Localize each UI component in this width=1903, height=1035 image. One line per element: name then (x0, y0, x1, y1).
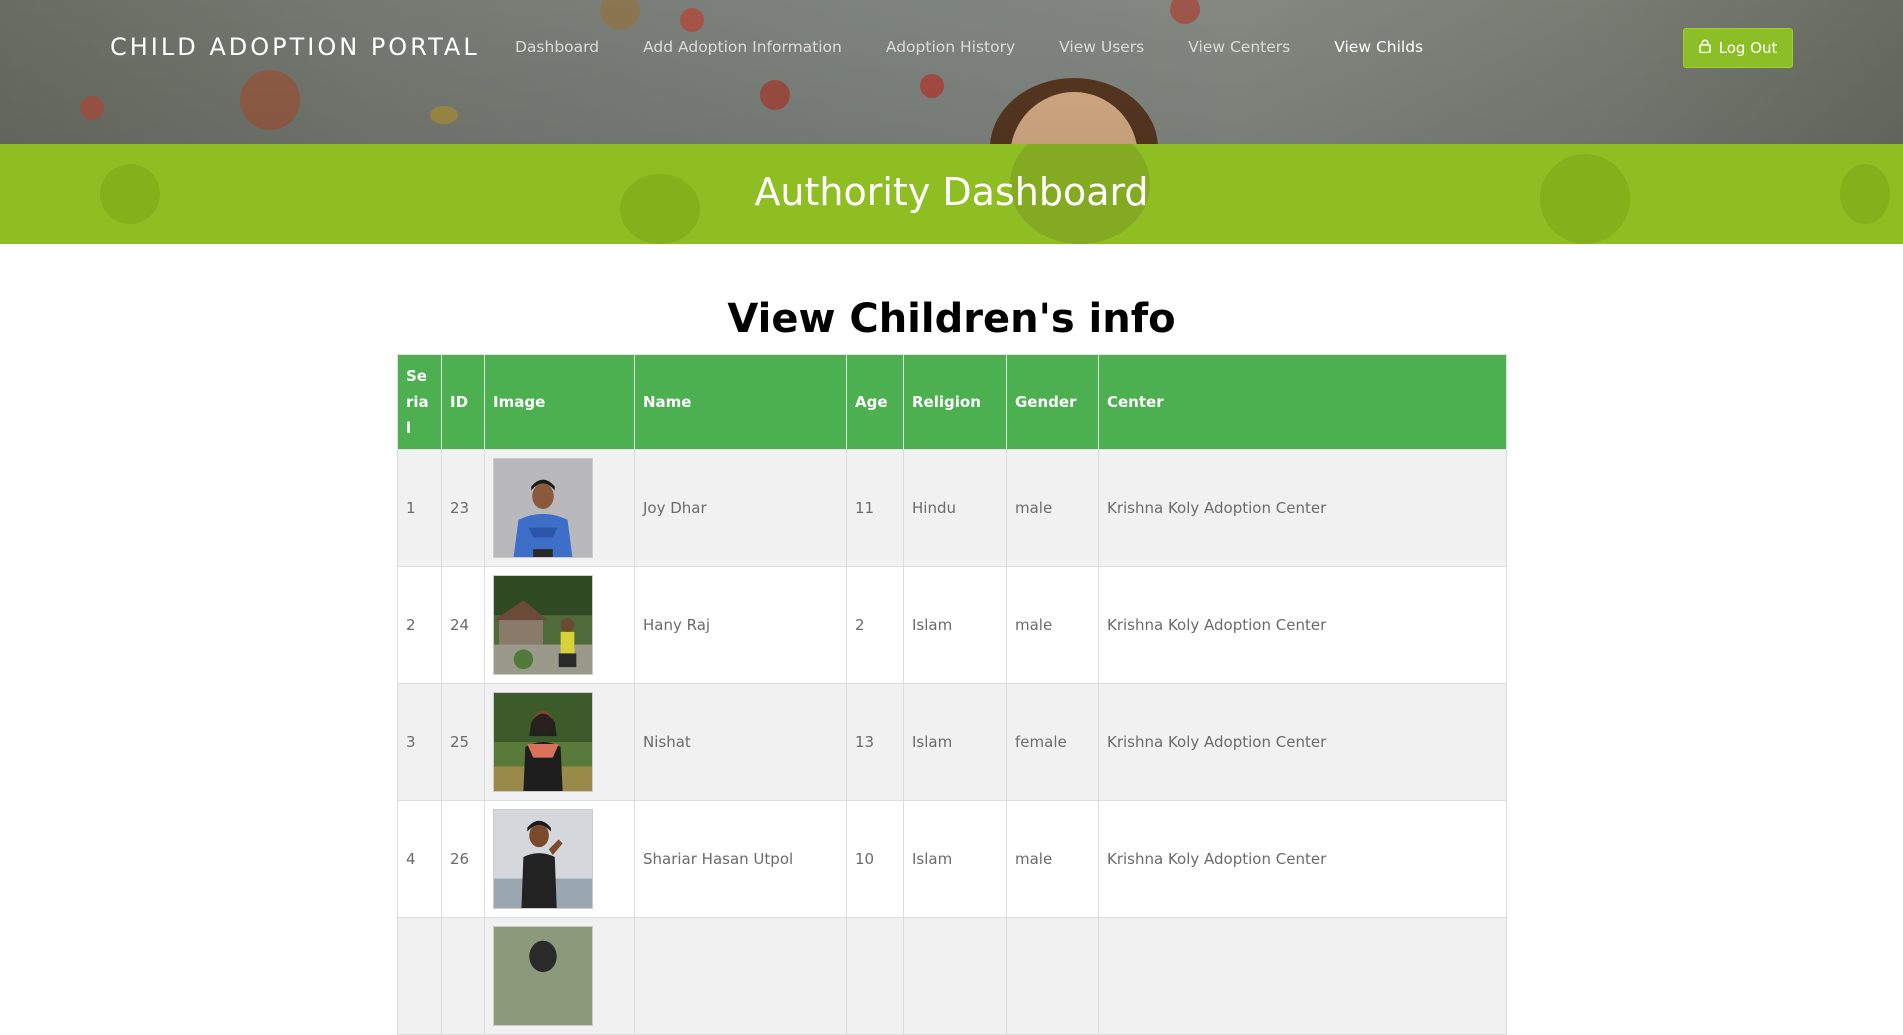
column-header-gender: Gender (1006, 354, 1099, 450)
cell-name: Hany Raj (634, 566, 847, 684)
cell-gender: male (1006, 449, 1099, 567)
cell-name: Joy Dhar (634, 449, 847, 567)
table-header-row: Serial ID Image Name Age Religion Gender… (397, 354, 1507, 450)
table-row: 2 24 Hany Raj 2 Islam male Krishna Koly … (397, 566, 1507, 684)
cell-religion: Islam (903, 566, 1007, 684)
cell-age: 2 (846, 566, 904, 684)
cell-center: Krishna Koly Adoption Center (1098, 449, 1507, 567)
child-photo (493, 809, 593, 909)
cell-image (484, 917, 635, 1035)
nav-adoption-history[interactable]: Adoption History (886, 38, 1015, 56)
column-header-age: Age (846, 354, 904, 450)
table-row-partial (397, 917, 1507, 1035)
cell-gender: female (1006, 683, 1099, 801)
nav-dashboard[interactable]: Dashboard (515, 38, 599, 56)
header-hero: CHILD ADOPTION PORTAL Dashboard Add Adop… (0, 0, 1903, 144)
cell-gender: male (1006, 800, 1099, 918)
column-header-center: Center (1098, 354, 1507, 450)
cell-id: 24 (441, 566, 485, 684)
column-header-religion: Religion (903, 354, 1007, 450)
cell-age: 11 (846, 449, 904, 567)
children-table: Serial ID Image Name Age Religion Gender… (397, 354, 1507, 1035)
cell-serial: 4 (397, 800, 442, 918)
column-header-serial: Serial (397, 354, 442, 450)
cell-center: Krishna Koly Adoption Center (1098, 683, 1507, 801)
cell-serial: 1 (397, 449, 442, 567)
cell-age: 10 (846, 800, 904, 918)
table-row: 1 23 Joy Dhar 11 Hindu male Krishna Koly… (397, 449, 1507, 567)
lock-icon (1698, 39, 1711, 57)
logout-button[interactable]: Log Out (1683, 28, 1793, 68)
page-banner: Authority Dashboard (0, 144, 1903, 244)
cell-id: 26 (441, 800, 485, 918)
logout-label: Log Out (1718, 39, 1778, 57)
cell-center: Krishna Koly Adoption Center (1098, 800, 1507, 918)
child-photo (493, 926, 593, 1026)
cell-name: Nishat (634, 683, 847, 801)
cell-image (484, 566, 635, 684)
main-nav: Dashboard Add Adoption Information Adopt… (515, 38, 1467, 56)
nav-view-childs[interactable]: View Childs (1334, 38, 1423, 56)
cell-id: 23 (441, 449, 485, 567)
cell-image (484, 800, 635, 918)
child-photo (493, 575, 593, 675)
cell-religion: Hindu (903, 449, 1007, 567)
page-banner-title: Authority Dashboard (754, 170, 1149, 214)
nav-add-adoption-information[interactable]: Add Adoption Information (643, 38, 842, 56)
column-header-image: Image (484, 354, 635, 450)
cell-id: 25 (441, 683, 485, 801)
table-row: 4 26 Shariar Hasan Utpol 10 Islam male K… (397, 800, 1507, 918)
cell-name: Shariar Hasan Utpol (634, 800, 847, 918)
page-title: View Children's info (727, 296, 1176, 342)
child-photo (493, 458, 593, 558)
nav-view-users[interactable]: View Users (1059, 38, 1144, 56)
brand-title[interactable]: CHILD ADOPTION PORTAL (110, 33, 480, 61)
nav-view-centers[interactable]: View Centers (1188, 38, 1290, 56)
cell-religion: Islam (903, 800, 1007, 918)
cell-image (484, 683, 635, 801)
cell-serial: 3 (397, 683, 442, 801)
cell-serial: 2 (397, 566, 442, 684)
table-row: 3 25 Nishat 13 Islam female Krishna Koly… (397, 683, 1507, 801)
cell-image (484, 449, 635, 567)
cell-center: Krishna Koly Adoption Center (1098, 566, 1507, 684)
cell-age: 13 (846, 683, 904, 801)
cell-gender: male (1006, 566, 1099, 684)
cell-religion: Islam (903, 683, 1007, 801)
column-header-name: Name (634, 354, 847, 450)
column-header-id: ID (441, 354, 485, 450)
child-photo (493, 692, 593, 792)
